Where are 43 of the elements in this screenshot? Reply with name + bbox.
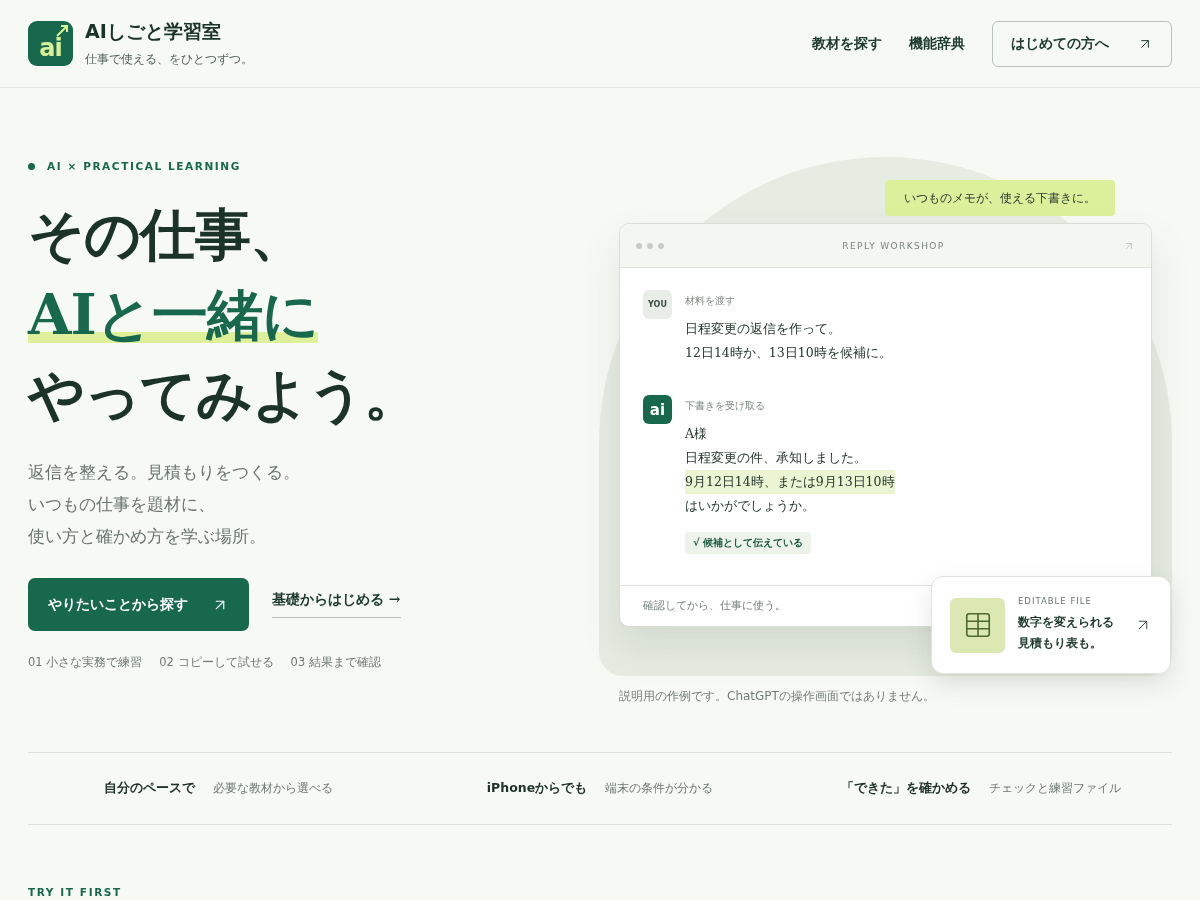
beginners-button[interactable]: はじめての方へ	[992, 20, 1172, 67]
feature-title: 自分のペースで	[104, 780, 196, 797]
step-text: 01 小さな実務で練習	[28, 655, 143, 670]
window-dots-icon	[636, 242, 664, 249]
message-line: はいかがでしょうか。	[685, 497, 815, 515]
message-line: 日程変更の件、承知しました。	[685, 449, 867, 467]
file-title: 見積もり表も。	[1018, 635, 1103, 652]
logo[interactable]: ai	[28, 21, 73, 66]
step-text: 03 結果まで確認	[290, 655, 381, 670]
spreadsheet-icon	[950, 597, 1005, 653]
basics-link[interactable]: 基礎からはじめる →	[272, 591, 401, 618]
eyebrow-text: AI × PRACTICAL LEARNING	[47, 160, 241, 172]
site-tagline: 仕事で使える、をひとつずつ。	[85, 51, 253, 68]
window-title: REPLY WORKSHOP	[842, 240, 945, 251]
lead-text: いつもの仕事を題材に、	[28, 493, 216, 516]
feature-description: チェックと練習ファイル	[989, 781, 1122, 796]
feature-description: 必要な教材から選べる	[213, 781, 334, 796]
nav-link[interactable]: 機能辞典	[909, 34, 965, 53]
message-label: 材料を渡す	[685, 294, 735, 308]
disclaimer-text: 説明用の作例です。ChatGPTの操作画面ではありません。	[619, 688, 935, 705]
section-eyebrow: TRY IT FIRST	[28, 886, 122, 898]
explore-button[interactable]: やりたいことから探す	[28, 578, 249, 631]
feature-description: 端末の条件が分かる	[605, 781, 714, 796]
ai-avatar: ai	[643, 395, 672, 424]
step-text: 02 コピーして試せる	[159, 655, 274, 670]
message-line: 日程変更の返信を作って。	[685, 320, 841, 338]
lead-text: 返信を整える。見積もりをつくる。	[28, 461, 301, 484]
file-card[interactable]: EDITABLE FILE 数字を変えられる 見積もり表も。	[931, 576, 1171, 674]
note-label: いつものメモが、使える下書きに。	[885, 180, 1115, 216]
feature-title: 「できた」を確かめる	[841, 780, 972, 797]
lead-text: 使い方と確かめ方を学ぶ場所。	[28, 525, 267, 548]
file-eyebrow: EDITABLE FILE	[1018, 596, 1093, 606]
site-name: AIしごと学習室	[85, 19, 222, 44]
user-avatar: YOU	[643, 290, 672, 319]
message-label: 下書きを受け取る	[685, 399, 765, 413]
nav-link[interactable]: 教材を探す	[812, 34, 882, 53]
message-line: A様	[685, 425, 708, 443]
headline-line: やってみよう。	[28, 360, 419, 429]
check-tag: √ 候補として伝えている	[685, 532, 812, 554]
feature-title: iPhoneからでも	[486, 780, 588, 797]
message-line: 12日14時か、13日10時を候補に。	[685, 344, 892, 362]
headline-line: その仕事、	[28, 200, 305, 269]
bullet-icon	[28, 162, 35, 170]
